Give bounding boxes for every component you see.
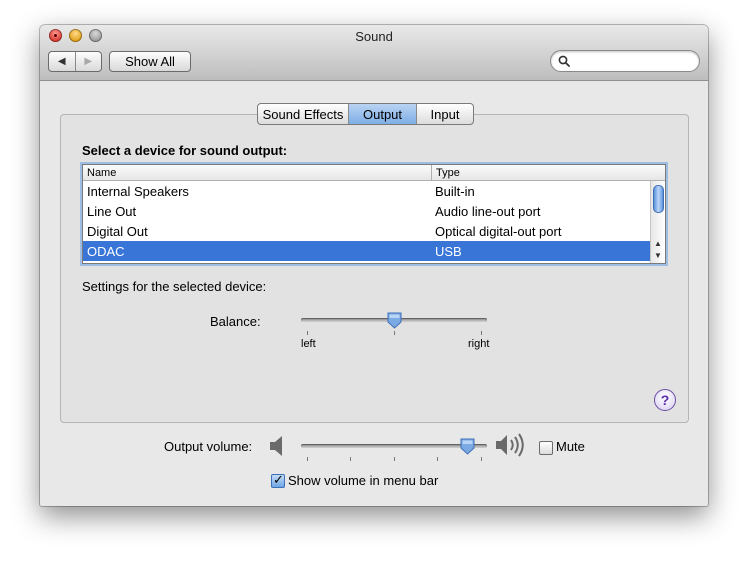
mute-label[interactable]: Mute <box>556 439 585 454</box>
show-all-button[interactable]: Show All <box>109 51 191 72</box>
tab-sound-effects[interactable]: Sound Effects <box>258 104 348 124</box>
tab-input[interactable]: Input <box>416 104 473 124</box>
tab-output[interactable]: Output <box>348 104 416 124</box>
table-row[interactable]: Line Out Audio line-out port <box>83 201 665 221</box>
table-row[interactable]: Digital Out Optical digital-out port <box>83 221 665 241</box>
tab-content-panel <box>60 114 689 423</box>
balance-tick <box>481 331 482 335</box>
sound-preferences-window: Sound ◀ ▶ Show All Sound Effects Output … <box>40 25 708 506</box>
scrollbar-thumb[interactable] <box>653 185 664 213</box>
output-volume-label: Output volume: <box>164 439 253 454</box>
show-volume-in-menu-bar-label[interactable]: Show volume in menu bar <box>288 473 438 488</box>
balance-tick <box>307 331 308 335</box>
volume-thumb[interactable] <box>460 438 475 455</box>
balance-right-label: right <box>468 338 490 350</box>
device-table[interactable]: Name Type Internal Speakers Built-in Lin… <box>82 164 666 264</box>
show-volume-checkbox[interactable]: ✓ <box>271 472 285 488</box>
volume-tick <box>307 457 308 461</box>
back-button[interactable]: ◀ <box>49 52 75 71</box>
help-button[interactable]: ? <box>654 389 676 411</box>
tab-bar: Sound Effects Output Input <box>257 103 474 125</box>
device-type: USB <box>435 243 462 259</box>
device-type: Audio line-out port <box>435 203 541 219</box>
checkmark-icon: ✓ <box>273 472 284 487</box>
column-header-type[interactable]: Type <box>432 165 460 180</box>
scroll-down-arrow-icon[interactable]: ▼ <box>651 250 665 262</box>
table-row[interactable]: Internal Speakers Built-in <box>83 181 665 201</box>
device-name: Line Out <box>87 203 137 219</box>
table-row-selected[interactable]: ODAC USB <box>83 241 665 261</box>
settings-label: Settings for the selected device: <box>82 279 267 294</box>
volume-tick <box>437 457 438 461</box>
select-device-label: Select a device for sound output: <box>82 143 288 158</box>
speaker-low-icon <box>270 436 282 456</box>
title-bar: Sound ◀ ▶ Show All <box>40 25 708 81</box>
balance-thumb[interactable] <box>387 312 402 329</box>
device-type: Built-in <box>435 183 475 199</box>
balance-left-label: left <box>301 338 316 350</box>
back-forward-control: ◀ ▶ <box>48 51 102 72</box>
window-title: Sound <box>355 29 393 44</box>
balance-tick <box>394 331 395 335</box>
table-header: Name Type <box>83 165 665 181</box>
mute-checkbox[interactable] <box>539 441 553 455</box>
table-scrollbar[interactable]: ▲ ▼ <box>650 181 665 263</box>
forward-button[interactable]: ▶ <box>74 52 102 71</box>
speaker-high-icon <box>496 433 524 457</box>
balance-label: Balance: <box>210 314 261 329</box>
volume-tick <box>394 457 395 461</box>
search-field[interactable] <box>550 50 700 72</box>
magnifier-icon <box>558 55 570 67</box>
volume-tick <box>481 457 482 461</box>
column-header-name[interactable]: Name <box>83 165 432 180</box>
device-name: ODAC <box>87 243 125 259</box>
device-name: Digital Out <box>87 223 148 239</box>
device-type: Optical digital-out port <box>435 223 562 239</box>
volume-tick <box>350 457 351 461</box>
device-name: Internal Speakers <box>87 183 189 199</box>
scroll-up-arrow-icon[interactable]: ▲ <box>651 238 665 250</box>
